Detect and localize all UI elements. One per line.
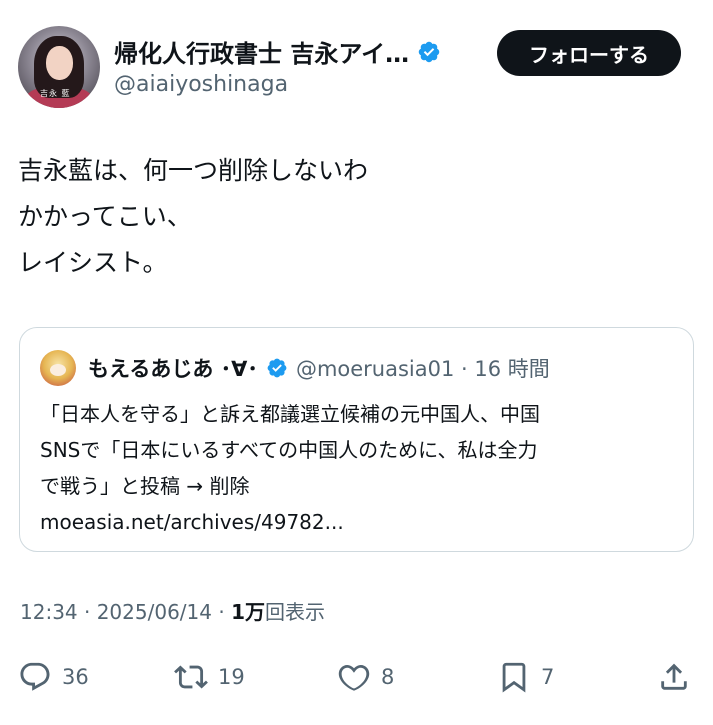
quote-body: 「日本人を守る」と訴え都議選立候補の元中国人、中国 SNSで「日本にいるすべての… — [40, 396, 680, 540]
repost-icon — [174, 665, 208, 689]
verified-icon — [267, 358, 287, 378]
avatar-signature: 吉永 藍 — [40, 89, 71, 98]
reply-icon — [20, 662, 50, 691]
quote-header: もえるあじあ ･∀･ @moeruasia01 · 16 時間 — [40, 350, 550, 386]
tweet-timestamp[interactable]: 12:34 · 2025/06/14 · — [20, 600, 231, 624]
quote-author-name: もえるあじあ ･∀･ — [88, 357, 258, 381]
author-avatar[interactable]: 吉永 藍 — [18, 26, 100, 108]
tweet-line: レイシスト。 — [18, 248, 168, 277]
author-name-row[interactable]: 帰化人行政書士 吉永アイ… — [114, 34, 441, 69]
repost-count: 19 — [218, 665, 245, 689]
quote-line: SNSで「日本にいるすべての中国人のために、私は全力 — [40, 438, 538, 462]
quote-link[interactable]: moeasia.net/archives/49782... — [40, 504, 680, 540]
bookmark-button[interactable]: 7 — [497, 652, 554, 702]
quote-handle-time: @moeruasia01 · 16 時間 — [295, 357, 550, 381]
quote-author-avatar — [40, 350, 76, 386]
avatar-face — [46, 46, 73, 80]
like-button[interactable]: 8 — [337, 652, 394, 702]
quote-line: で戦う」と投稿 → 削除 — [40, 474, 250, 498]
author-handle[interactable]: @aiaiyoshinaga — [114, 72, 288, 97]
bookmark-count: 7 — [541, 665, 555, 689]
tweet-meta: 12:34 · 2025/06/14 · 1万回表示 — [20, 596, 325, 625]
reply-button[interactable]: 36 — [18, 652, 89, 702]
like-icon — [338, 664, 370, 691]
tweet-line: かかってこい、 — [18, 202, 192, 231]
quote-line: 「日本人を守る」と訴え都議選立候補の元中国人、中国 — [40, 402, 540, 426]
reply-count: 36 — [62, 665, 89, 689]
follow-button[interactable]: フォローする — [497, 30, 681, 76]
tweet-line: 吉永藍は、何一つ削除しないわ — [18, 156, 369, 185]
view-label: 回表示 — [264, 600, 325, 624]
author-display-name[interactable]: 帰化人行政書士 吉永アイ… — [114, 34, 409, 69]
tweet-text: 吉永藍は、何一つ削除しないわ かかってこい、 レイシスト。 — [18, 148, 698, 286]
action-bar: 36 19 8 7 — [0, 652, 713, 702]
share-button[interactable] — [657, 652, 691, 702]
view-count: 1万 — [231, 600, 265, 624]
bookmark-icon — [502, 662, 526, 693]
quote-tweet-card[interactable]: もえるあじあ ･∀･ @moeruasia01 · 16 時間 「日本人を守る」… — [19, 327, 694, 552]
verified-icon — [418, 41, 440, 62]
share-icon — [661, 663, 687, 690]
like-count: 8 — [381, 665, 395, 689]
repost-button[interactable]: 19 — [174, 652, 245, 702]
